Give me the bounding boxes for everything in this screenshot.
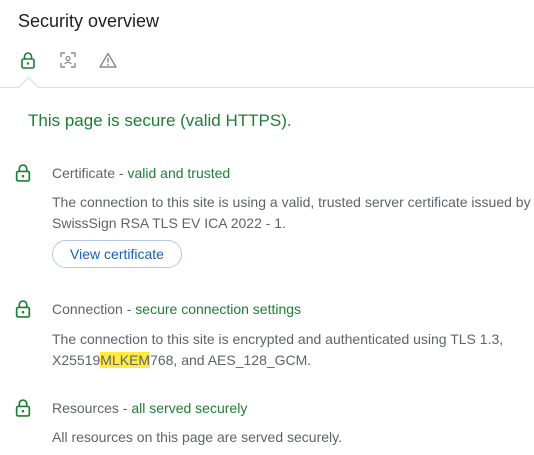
security-summary: This page is secure (valid HTTPS).	[28, 111, 292, 130]
connection-kex-prefix: X25519	[52, 352, 101, 368]
resources-separator: -	[118, 400, 132, 416]
tab-warnings[interactable]	[98, 48, 118, 72]
certificate-status: valid and trusted	[127, 165, 231, 181]
connection-label: Connection	[52, 301, 123, 317]
connection-separator: -	[122, 301, 136, 317]
certificate-heading: Certificate - valid and trusted	[52, 164, 230, 182]
resources-label: Resources	[52, 400, 119, 416]
warning-icon	[99, 52, 117, 68]
connection-description: The connection to this site is encrypted…	[52, 329, 534, 371]
certificate-label: Certificate	[52, 165, 116, 181]
view-certificate-button[interactable]: View certificate	[52, 240, 182, 268]
resources-heading: Resources - all served securely	[52, 399, 247, 417]
tab-scan[interactable]	[58, 48, 78, 72]
lock-icon	[15, 300, 31, 318]
lock-icon	[15, 399, 31, 417]
connection-status: secure connection settings	[135, 301, 302, 317]
connection-kex-suffix: 768, and AES_128_GCM.	[150, 352, 312, 368]
tab-security-lock[interactable]	[18, 48, 38, 72]
certificate-description: The connection to this site is using a v…	[52, 194, 531, 231]
search-highlight: MLKEM	[100, 352, 151, 368]
lock-icon	[21, 51, 35, 69]
connection-heading: Connection - secure connection settings	[52, 300, 301, 318]
certificate-separator: -	[115, 165, 128, 181]
scan-icon	[60, 52, 76, 68]
lock-icon	[15, 164, 31, 182]
resources-description: All resources on this page are served se…	[52, 429, 342, 445]
connection-description-line1: The connection to this site is encrypted…	[52, 331, 504, 347]
tab-divider	[0, 87, 534, 88]
panel-title: Security overview	[18, 11, 160, 31]
tab-bar	[0, 48, 534, 88]
connection-description-line2: X25519MLKEM768, and AES_128_GCM.	[52, 350, 534, 371]
resources-status: all served securely	[131, 400, 248, 416]
